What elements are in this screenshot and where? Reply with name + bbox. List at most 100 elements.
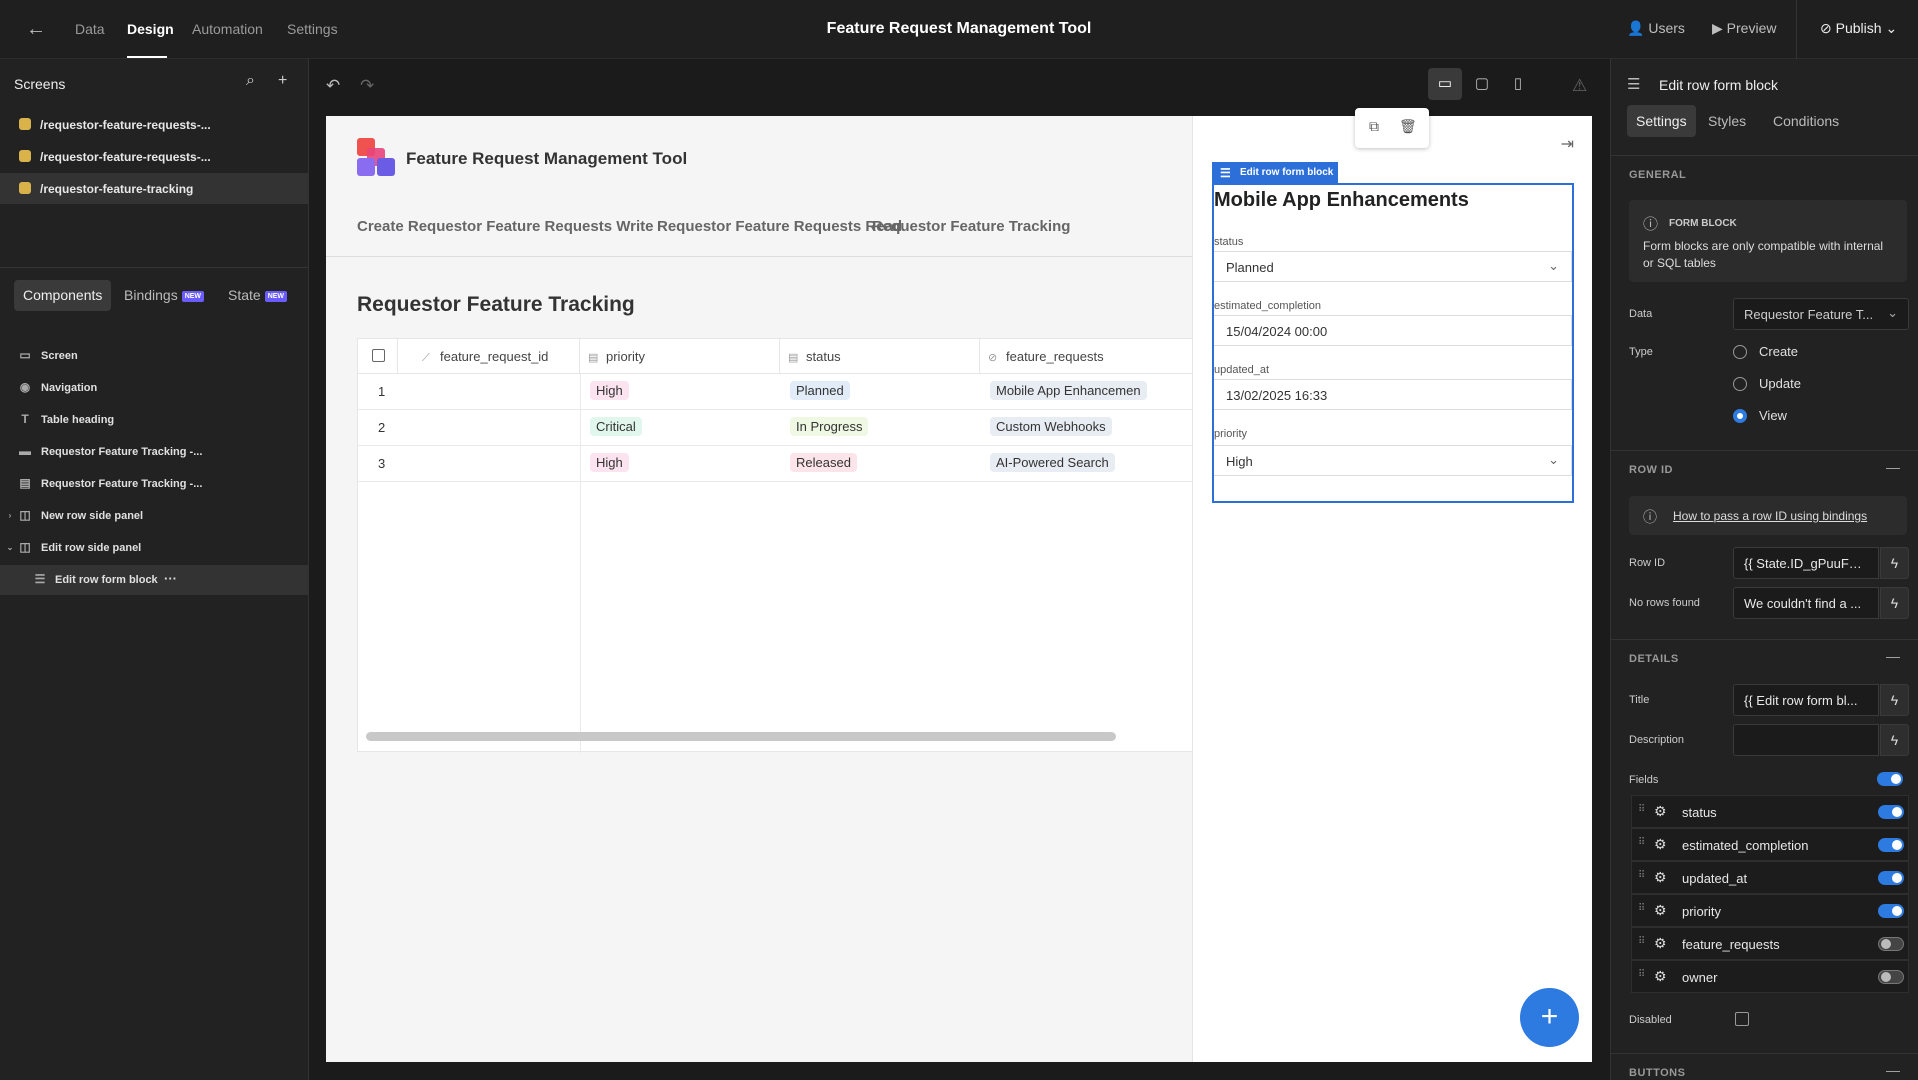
- tablet-view-icon[interactable]: ▢: [1465, 68, 1499, 100]
- binding-bolt-icon[interactable]: ϟ: [1880, 547, 1909, 579]
- preview-button[interactable]: ▶ Preview: [1712, 20, 1776, 37]
- type-view-radio[interactable]: View: [1733, 408, 1787, 423]
- field-toggle[interactable]: [1878, 904, 1904, 918]
- gear-icon[interactable]: ⚙: [1654, 803, 1667, 820]
- column-header[interactable]: ▤ priority: [580, 339, 780, 374]
- status-select[interactable]: Planned ⌄: [1214, 251, 1572, 282]
- row-id-input[interactable]: {{ State.ID_gPuuFE...: [1733, 547, 1879, 579]
- desktop-view-icon[interactable]: ▭: [1428, 68, 1462, 100]
- column-header[interactable]: ⟋ feature_request_id: [398, 339, 580, 374]
- drag-handle-icon[interactable]: ⠿: [1638, 804, 1645, 815]
- redo-icon[interactable]: ↷: [360, 76, 374, 96]
- screen-item[interactable]: /requestor-feature-requests-...: [0, 109, 309, 140]
- component-edit-row-panel[interactable]: ⌄ ◫ Edit row side panel: [0, 533, 309, 563]
- tab-components[interactable]: Components: [14, 280, 112, 311]
- field-toggle[interactable]: [1878, 970, 1904, 984]
- chevron-down-icon[interactable]: ⌄: [2, 543, 18, 552]
- tab-styles[interactable]: Styles: [1699, 105, 1755, 137]
- component-new-row-panel[interactable]: › ◫ New row side panel: [0, 501, 309, 531]
- description-input[interactable]: [1733, 724, 1879, 756]
- gear-icon[interactable]: ⚙: [1654, 869, 1667, 886]
- screen-item-selected[interactable]: /requestor-feature-tracking: [0, 173, 309, 204]
- table-row[interactable]: 2 4 Critical In Progress Custom Webhooks: [358, 410, 1258, 446]
- users-button[interactable]: 👤 Users: [1627, 20, 1685, 37]
- updated-at-field[interactable]: 13/02/2025 16:33: [1214, 379, 1572, 410]
- nav-link[interactable]: Requestor Feature Requests Read: [657, 218, 902, 235]
- horizontal-scrollbar[interactable]: [366, 732, 1116, 741]
- field-row[interactable]: ⠿ ⚙ status: [1631, 795, 1909, 828]
- more-icon[interactable]: ···: [164, 571, 177, 586]
- type-create-radio[interactable]: Create: [1733, 344, 1798, 359]
- tab-state[interactable]: State NEW: [219, 280, 296, 311]
- binding-bolt-icon[interactable]: ϟ: [1880, 587, 1909, 619]
- collapse-icon[interactable]: —: [1886, 648, 1900, 664]
- tab-conditions[interactable]: Conditions: [1764, 105, 1848, 137]
- field-row[interactable]: ⠿ ⚙ priority: [1631, 894, 1909, 927]
- gear-icon[interactable]: ⚙: [1654, 968, 1667, 985]
- component-screen[interactable]: ▭ Screen: [0, 341, 309, 371]
- add-fab-button[interactable]: +: [1520, 988, 1579, 1047]
- estimated-completion-field[interactable]: 15/04/2024 00:00: [1214, 315, 1572, 346]
- undo-icon[interactable]: ↶: [326, 76, 340, 96]
- trash-icon[interactable]: 🗑: [1399, 118, 1417, 135]
- block-actions: ⧉ 🗑: [1355, 108, 1429, 148]
- mobile-view-icon[interactable]: ▯: [1501, 68, 1535, 100]
- publish-button[interactable]: ⊘ Publish ⌄: [1820, 20, 1897, 37]
- table-row[interactable]: 1 3 High Planned Mobile App Enhancemen: [358, 374, 1258, 410]
- field-toggle[interactable]: [1878, 838, 1904, 852]
- nav-link[interactable]: Requestor Feature Tracking: [872, 218, 1070, 235]
- drag-handle-icon[interactable]: ⠿: [1638, 969, 1645, 980]
- field-value: 13/02/2025 16:33: [1226, 388, 1328, 403]
- gear-icon[interactable]: ⚙: [1654, 836, 1667, 853]
- chevron-right-icon[interactable]: ›: [2, 511, 18, 520]
- field-row[interactable]: ⠿ ⚙ feature_requests: [1631, 927, 1909, 960]
- nav-link[interactable]: Create Requestor Feature Requests Write: [357, 218, 653, 235]
- no-rows-input[interactable]: We couldn't find a ...: [1733, 587, 1879, 619]
- form-block-tag[interactable]: ☰ Edit row form block: [1212, 162, 1338, 184]
- select-all-checkbox[interactable]: [372, 349, 385, 362]
- collapse-panel-icon[interactable]: ⇥: [1561, 134, 1574, 154]
- field-row[interactable]: ⠿ ⚙ estimated_completion: [1631, 828, 1909, 861]
- field-toggle[interactable]: [1878, 871, 1904, 885]
- disabled-checkbox[interactable]: [1735, 1012, 1749, 1026]
- search-icon[interactable]: ⌕: [246, 72, 255, 90]
- gear-icon[interactable]: ⚙: [1654, 902, 1667, 919]
- drag-handle-icon[interactable]: ⠿: [1638, 903, 1645, 914]
- table-row[interactable]: 3 5 High Released AI-Powered Search: [358, 446, 1258, 482]
- binding-bolt-icon[interactable]: ϟ: [1880, 684, 1909, 716]
- collapse-icon[interactable]: —: [1886, 1062, 1900, 1078]
- no-rows-label: No rows found: [1629, 597, 1700, 609]
- drag-handle-icon[interactable]: ⠿: [1638, 936, 1645, 947]
- title-input[interactable]: {{ Edit row form bl...: [1733, 684, 1879, 716]
- component-tracking-1[interactable]: ▬ Requestor Feature Tracking -...: [0, 437, 309, 467]
- new-badge: NEW: [264, 291, 288, 302]
- component-tracking-2[interactable]: ▤ Requestor Feature Tracking -...: [0, 469, 309, 499]
- gear-icon[interactable]: ⚙: [1654, 935, 1667, 952]
- tab-bindings[interactable]: Bindings NEW: [115, 280, 213, 311]
- column-header[interactable]: ▤ status: [780, 339, 980, 374]
- type-update-radio[interactable]: Update: [1733, 376, 1801, 391]
- component-table-heading[interactable]: T Table heading: [0, 405, 309, 435]
- duplicate-icon[interactable]: ⧉: [1369, 118, 1379, 135]
- component-navigation[interactable]: ◉ Navigation: [0, 373, 309, 403]
- screen-dot-icon: [19, 118, 31, 130]
- binding-bolt-icon[interactable]: ϟ: [1880, 724, 1909, 756]
- drag-handle-icon[interactable]: ⠿: [1638, 837, 1645, 848]
- drag-handle-icon[interactable]: ⠿: [1638, 870, 1645, 881]
- field-toggle[interactable]: [1878, 805, 1904, 819]
- row-number: 2: [378, 420, 386, 435]
- screen-item[interactable]: /requestor-feature-requests-...: [0, 141, 309, 172]
- field-row[interactable]: ⠿ ⚙ owner: [1631, 960, 1909, 993]
- field-row[interactable]: ⠿ ⚙ updated_at: [1631, 861, 1909, 894]
- priority-select[interactable]: High ⌄: [1214, 445, 1572, 476]
- warning-icon[interactable]: ⚠: [1572, 76, 1587, 96]
- component-edit-row-form-block[interactable]: ☰ Edit row form block ···: [0, 565, 309, 595]
- data-source-select[interactable]: Requestor Feature T... ⌄: [1733, 298, 1909, 330]
- collapse-icon[interactable]: —: [1886, 459, 1900, 475]
- tab-settings[interactable]: Settings: [1627, 105, 1696, 137]
- add-screen-icon[interactable]: +: [278, 72, 287, 90]
- edit-row-form-block[interactable]: Mobile App Enhancements status Planned ⌄ …: [1212, 183, 1574, 503]
- row-id-help-link[interactable]: How to pass a row ID using bindings: [1673, 509, 1867, 523]
- field-toggle[interactable]: [1878, 937, 1904, 951]
- fields-toggle[interactable]: [1877, 772, 1903, 786]
